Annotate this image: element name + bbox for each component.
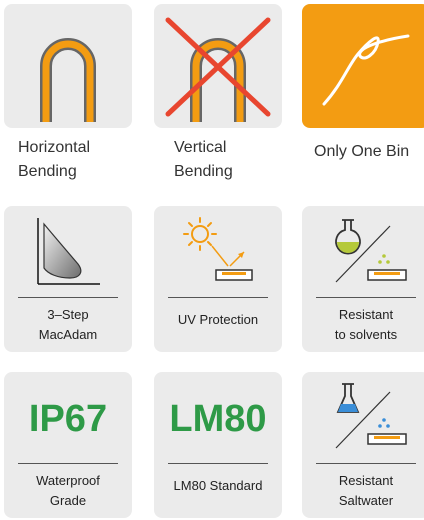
caption-vertical-bending: Vertical Bending — [174, 139, 233, 180]
resistant-saltwater-icon — [335, 383, 407, 449]
card-divider — [168, 463, 268, 464]
card-macadam: 3–Step MacAdam — [4, 206, 132, 352]
resistant-solvents-icon — [335, 219, 407, 283]
card-label-saltwater: Resistant Saltwater — [338, 473, 394, 508]
ip67-mark: IP67 — [28, 398, 108, 440]
card-divider — [168, 297, 268, 298]
lm80-mark: LM80 — [169, 398, 267, 440]
card-resistant-solvents: Resistant to solvents — [302, 206, 424, 352]
card-uv-protection: UV Protection — [154, 206, 282, 352]
macadam-chromaticity-icon — [37, 218, 100, 285]
caption-only-one-bin: Only One Bin — [314, 143, 410, 160]
card-resistant-saltwater: Resistant Saltwater — [302, 372, 424, 518]
card-label-macadam: 3–Step MacAdam — [38, 307, 98, 342]
card-divider — [18, 463, 118, 464]
card-label-waterproof: Waterproof Grade — [36, 473, 100, 508]
only-one-bin-tile — [302, 4, 424, 128]
card-divider — [316, 297, 416, 298]
card-label-lm80: LM80 Standard — [173, 478, 263, 493]
horizontal-bending-icon — [40, 38, 96, 122]
horizontal-bending-tile — [4, 4, 132, 128]
vertical-bending-tile — [154, 4, 282, 128]
card-lm80: LM80 LM80 Standard — [154, 372, 282, 518]
only-one-bin-icon — [322, 34, 410, 106]
uv-protection-icon — [183, 217, 253, 281]
card-ip67: IP67 Waterproof Grade — [4, 372, 132, 518]
card-label-solvents: Resistant to solvents — [334, 307, 398, 342]
vertical-bending-crossed-icon — [165, 17, 271, 122]
card-divider — [18, 297, 118, 298]
card-divider — [316, 463, 416, 464]
caption-horizontal-bending: Horizontal Bending — [18, 139, 91, 180]
card-label-uv: UV Protection — [177, 312, 259, 327]
